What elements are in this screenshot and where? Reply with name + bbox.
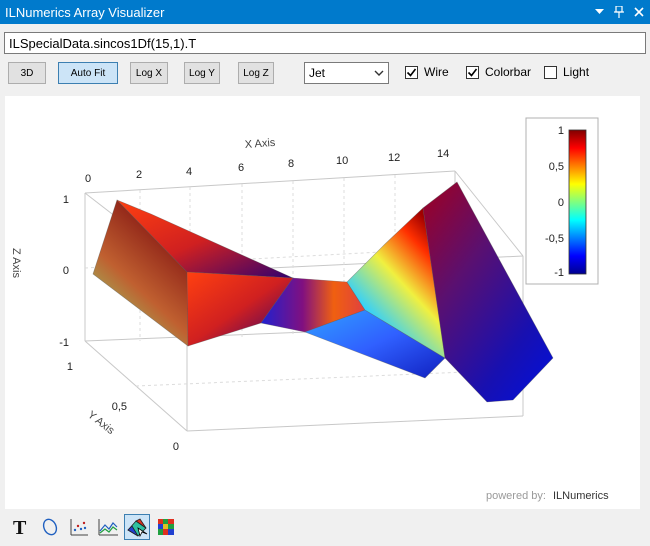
z-axis-label: Z Axis [10,248,22,278]
dropdown-arrow-icon[interactable] [590,3,608,21]
light-label: Light [563,65,590,79]
colormap-selected-value: Jet [309,66,326,80]
log-x-button[interactable]: Log X [130,62,168,84]
close-icon[interactable] [630,3,648,21]
surface-mesh [92,181,554,403]
z-axis-ticks: 1 0 -1 [59,194,69,349]
x-tick-4: 4 [186,166,192,178]
watermark: powered by: ILNumerics [486,490,609,502]
surface-plot: 0 2 4 6 8 10 12 14 X Axis 1 0 -1 Z Axis … [10,117,609,502]
y-axis-label: Y Axis [85,409,117,437]
x-axis-ticks: 0 2 4 6 8 10 12 14 [85,148,449,185]
y-tick-1: 1 [67,361,73,373]
colorbar-label: Colorbar [485,65,532,79]
x-tick-6: 6 [238,162,244,174]
text-tool-icon: T [13,517,27,537]
imagesc-tool-icon [158,519,174,535]
colormap-select[interactable]: Jet [304,62,389,84]
y-tick-0.5: 0,5 [112,401,127,413]
window-title: ILNumerics Array Visualizer [5,4,165,20]
z-tick-1: 1 [63,194,69,206]
expression-input[interactable] [4,32,646,54]
plot-canvas[interactable]: 0 2 4 6 8 10 12 14 X Axis 1 0 -1 Z Axis … [5,96,640,509]
surface-tool-icon [127,518,148,538]
x-tick-8: 8 [288,158,294,170]
line-plot-tool-button[interactable] [95,514,121,540]
checkmark-icon [406,68,417,77]
3d-button[interactable]: 3D [8,62,46,84]
colorbar-tick-neg0.5: -0,5 [545,233,564,245]
text-tool-button[interactable]: T [8,514,34,540]
x-tick-12: 12 [388,152,400,164]
plot-type-toolbar: T [0,512,650,542]
scatter-tool-button[interactable] [66,514,92,540]
wire-label: Wire [424,65,449,79]
auto-fit-button[interactable]: Auto Fit [58,62,118,84]
wire-checkbox[interactable] [405,66,418,79]
pin-icon[interactable] [610,3,628,21]
log-y-button[interactable]: Log Y [184,62,220,84]
colorbar-tick-neg1: -1 [554,267,564,279]
x-tick-0: 0 [85,173,91,185]
checkmark-icon [467,68,478,77]
light-checkbox[interactable] [544,66,557,79]
y-tick-0: 0 [173,441,179,453]
watermark-brand: ILNumerics [553,490,609,502]
watermark-prefix: powered by: [486,490,546,502]
colorbar-tick-0.5: 0,5 [549,161,564,173]
x-axis-label: X Axis [244,137,276,151]
colorbar-tick-0: 0 [558,197,564,209]
x-tick-10: 10 [336,155,348,167]
svg-text:T: T [13,517,27,537]
colorbar-tick-1: 1 [558,125,564,137]
x-tick-2: 2 [136,169,142,181]
colorbar-checkbox[interactable] [466,66,479,79]
colorbar: 1 0,5 0 -0,5 -1 [525,117,599,285]
scatter-tool-icon [70,519,88,536]
chevron-down-icon [374,67,384,82]
ellipse-tool-button[interactable] [37,514,63,540]
log-z-button[interactable]: Log Z [238,62,274,84]
z-tick-neg1: -1 [59,337,69,349]
imagesc-tool-button[interactable] [153,514,179,540]
surface-tool-button[interactable] [124,514,150,540]
x-tick-14: 14 [437,148,449,160]
z-tick-0: 0 [63,265,69,277]
line-plot-tool-icon [98,519,118,536]
ellipse-tool-icon [42,518,58,536]
window-titlebar: ILNumerics Array Visualizer [0,0,650,24]
